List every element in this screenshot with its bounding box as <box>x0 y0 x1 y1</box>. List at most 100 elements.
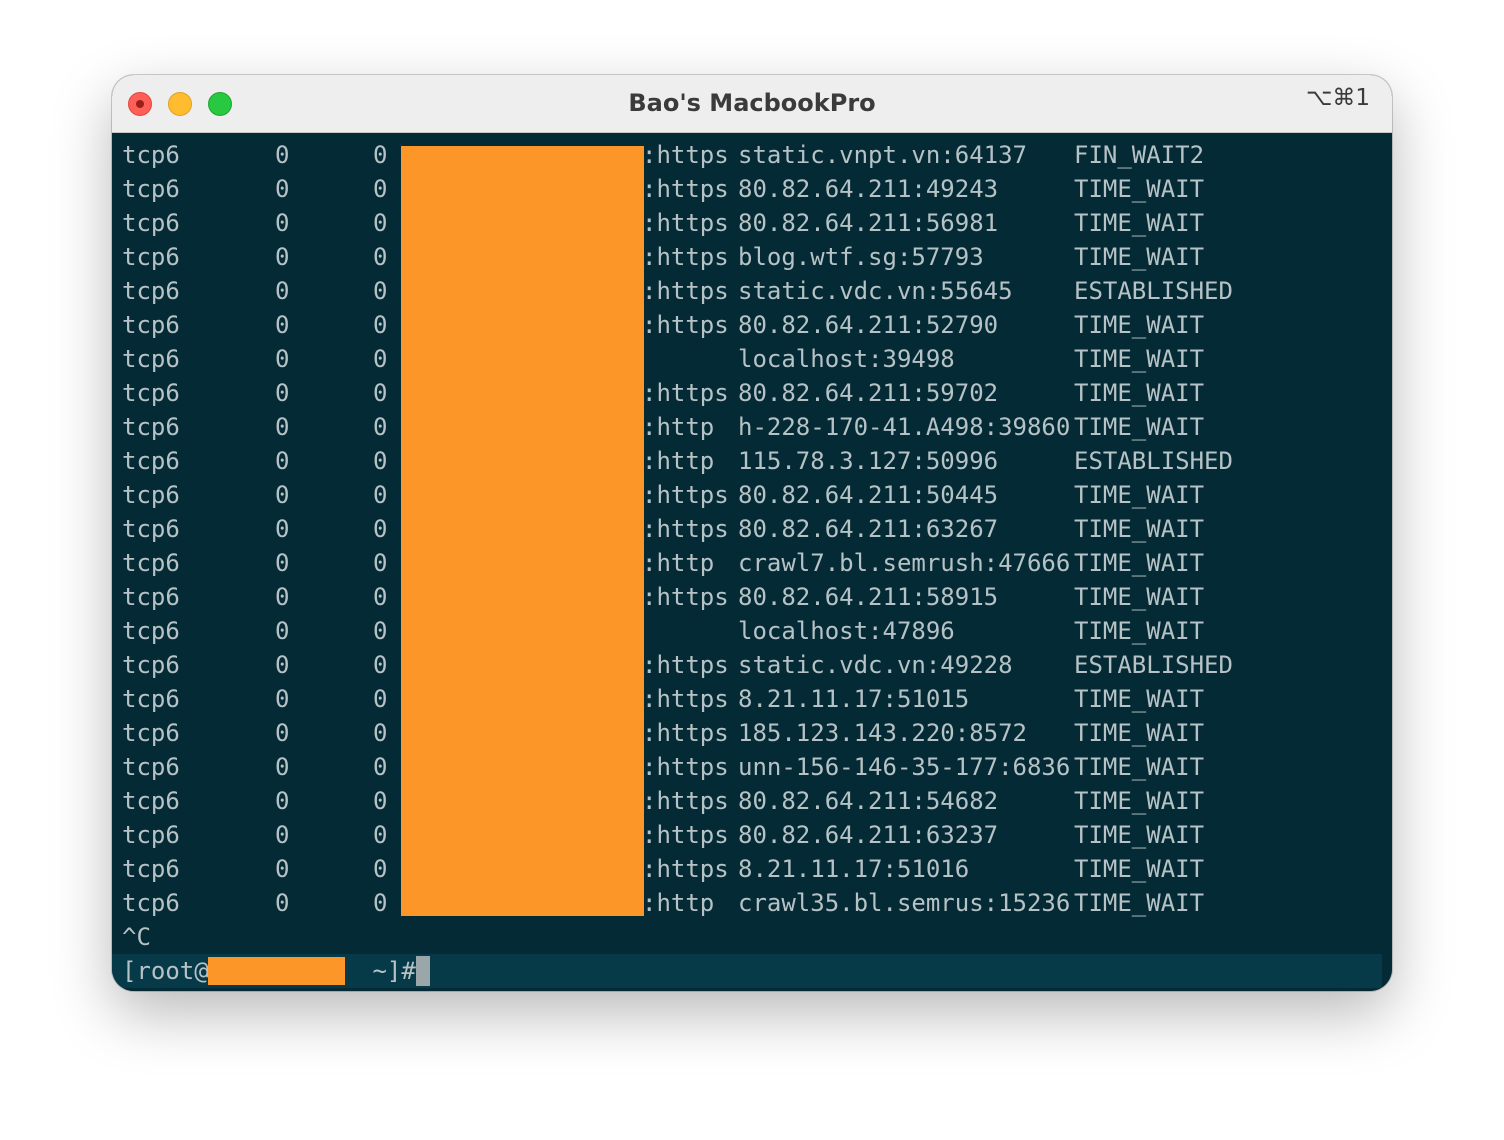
terminal-window: Bao's MacbookPro ⌥⌘1 tcp6 0 0:https static.… <box>112 75 1392 991</box>
cell-port: :http <box>642 447 715 475</box>
cell-send: 0 <box>373 889 388 917</box>
cell-proto: tcp6 <box>122 243 180 271</box>
cell-state: ESTABLISHED <box>1074 277 1233 305</box>
connection-row: tcp6 0 0:http crawl35.bl.semrus:15236 TIME_W… <box>112 886 1392 920</box>
cell-port: :https <box>642 243 729 271</box>
cell-state: TIME_WAIT <box>1074 889 1205 917</box>
title-bar[interactable]: Bao's MacbookPro ⌥⌘1 <box>112 75 1392 133</box>
prompt-prefix: [root@ <box>122 957 209 985</box>
cell-port: :https <box>642 209 729 237</box>
cell-recv: 0 <box>275 821 290 849</box>
cell-recv: 0 <box>275 685 290 713</box>
connection-row: tcp6 0 0 :http 115.78.3.127:50996 ESTABLISHED <box>112 444 1392 478</box>
connection-row: tcp6 0 0:https 80.82.64.211:49243 TIME_WAIT <box>112 172 1392 206</box>
cell-state: TIME_WAIT <box>1074 379 1205 407</box>
cell-state: ESTABLISHED <box>1074 651 1233 679</box>
cell-recv: 0 <box>275 379 290 407</box>
cell-state: TIME_WAIT <box>1074 787 1205 815</box>
cell-recv: 0 <box>275 175 290 203</box>
cell-recv: 0 <box>275 447 290 475</box>
cell-recv: 0 <box>275 617 290 645</box>
cell-port: :https <box>642 651 729 679</box>
cell-port: :https <box>642 515 729 543</box>
cell-proto: tcp6 <box>122 345 180 373</box>
cell-state: TIME_WAIT <box>1074 855 1205 883</box>
cell-recv: 0 <box>275 549 290 577</box>
cell-foreign: 80.82.64.211:50445 <box>738 481 999 509</box>
connection-row: tcp6 0 0:https static.vnpt.vn:64137 FIN_WAIT… <box>112 138 1392 172</box>
cell-send: 0 <box>373 855 388 883</box>
cell-recv: 0 <box>275 515 290 543</box>
cell-recv: 0 <box>275 481 290 509</box>
cell-proto: tcp6 <box>122 583 180 611</box>
cell-state: TIME_WAIT <box>1074 175 1205 203</box>
terminal-output[interactable]: tcp6 0 0:https static.vnpt.vn:64137 FIN_WAIT… <box>112 133 1392 991</box>
cell-proto: tcp6 <box>122 447 180 475</box>
cell-proto: tcp6 <box>122 481 180 509</box>
cell-state: TIME_WAIT <box>1074 209 1205 237</box>
cell-foreign: localhost:39498 <box>738 345 955 373</box>
cell-recv: 0 <box>275 889 290 917</box>
cell-send: 0 <box>373 141 388 169</box>
cell-foreign: static.vdc.vn:49228 <box>738 651 1013 679</box>
cell-port: :https <box>642 821 729 849</box>
cell-port: :https <box>642 481 729 509</box>
cell-foreign: 8.21.11.17:51015 <box>738 685 970 713</box>
cell-foreign: 115.78.3.127:50996 <box>738 447 999 475</box>
cell-state: TIME_WAIT <box>1074 413 1205 441</box>
cell-send: 0 <box>373 413 388 441</box>
cell-recv: 0 <box>275 651 290 679</box>
cell-proto: tcp6 <box>122 549 180 577</box>
text-cursor[interactable] <box>416 956 430 986</box>
cell-send: 0 <box>373 345 388 373</box>
cell-proto: tcp6 <box>122 209 180 237</box>
cell-proto: tcp6 <box>122 787 180 815</box>
cell-proto: tcp6 <box>122 651 180 679</box>
cell-foreign: h-228-170-41.A498:39860 <box>738 413 1071 441</box>
cell-state: ESTABLISHED <box>1074 447 1233 475</box>
cell-proto: tcp6 <box>122 277 180 305</box>
connection-row: tcp6 0 0:https static.vdc.vn:55645 ESTABLISH… <box>112 274 1392 308</box>
cell-send: 0 <box>373 515 388 543</box>
connection-row: tcp6 0 0 :https static.vdc.vn:49228 ESTABLISH… <box>112 648 1392 682</box>
connection-row: tcp6 0 0:https 8.21.11.17:51015 TIME_WAIT <box>112 682 1392 716</box>
cell-foreign: 80.82.64.211:56981 <box>738 209 999 237</box>
cell-recv: 0 <box>275 413 290 441</box>
cell-send: 0 <box>373 379 388 407</box>
cell-proto: tcp6 <box>122 855 180 883</box>
command-prompt-line[interactable]: [root@ ~]# <box>112 954 1382 988</box>
interrupt-line: ^C <box>122 923 151 951</box>
cell-foreign: 8.21.11.17:51016 <box>738 855 970 883</box>
cell-foreign: crawl35.bl.semrus:15236 <box>738 889 1071 917</box>
cell-send: 0 <box>373 787 388 815</box>
cell-send: 0 <box>373 617 388 645</box>
cell-send: 0 <box>373 447 388 475</box>
cell-recv: 0 <box>275 243 290 271</box>
cell-send: 0 <box>373 651 388 679</box>
cell-send: 0 <box>373 583 388 611</box>
connection-row: tcp6 0 0:https 80.82.64.211:56981 TIME_WAIT <box>112 206 1392 240</box>
cell-send: 0 <box>373 209 388 237</box>
connection-row: tcp6 0 0:https 80.82.64.211:63237 TIME_WAIT <box>112 818 1392 852</box>
cell-state: TIME_WAIT <box>1074 719 1205 747</box>
cell-port: :https <box>642 855 729 883</box>
cell-state: TIME_WAIT <box>1074 311 1205 339</box>
cell-recv: 0 <box>275 753 290 781</box>
cell-foreign: unn-156-146-35-177:6836 <box>738 753 1071 781</box>
cell-port: :https <box>642 787 729 815</box>
cell-foreign: localhost:47896 <box>738 617 955 645</box>
cell-proto: tcp6 <box>122 413 180 441</box>
cell-port: :https <box>642 277 729 305</box>
cell-port: :https <box>642 175 729 203</box>
cell-foreign: static.vdc.vn:55645 <box>738 277 1013 305</box>
cell-state: FIN_WAIT2 <box>1074 141 1205 169</box>
cell-state: TIME_WAIT <box>1074 243 1205 271</box>
cell-recv: 0 <box>275 311 290 339</box>
cell-port: :https <box>642 753 729 781</box>
cell-send: 0 <box>373 277 388 305</box>
cell-port: :http <box>642 413 715 441</box>
cell-port: :https <box>642 719 729 747</box>
cell-recv: 0 <box>275 855 290 883</box>
cell-port: :https <box>642 379 729 407</box>
connection-row: tcp6 0 0 localhost:47896 TIME_WAIT <box>112 614 1392 648</box>
